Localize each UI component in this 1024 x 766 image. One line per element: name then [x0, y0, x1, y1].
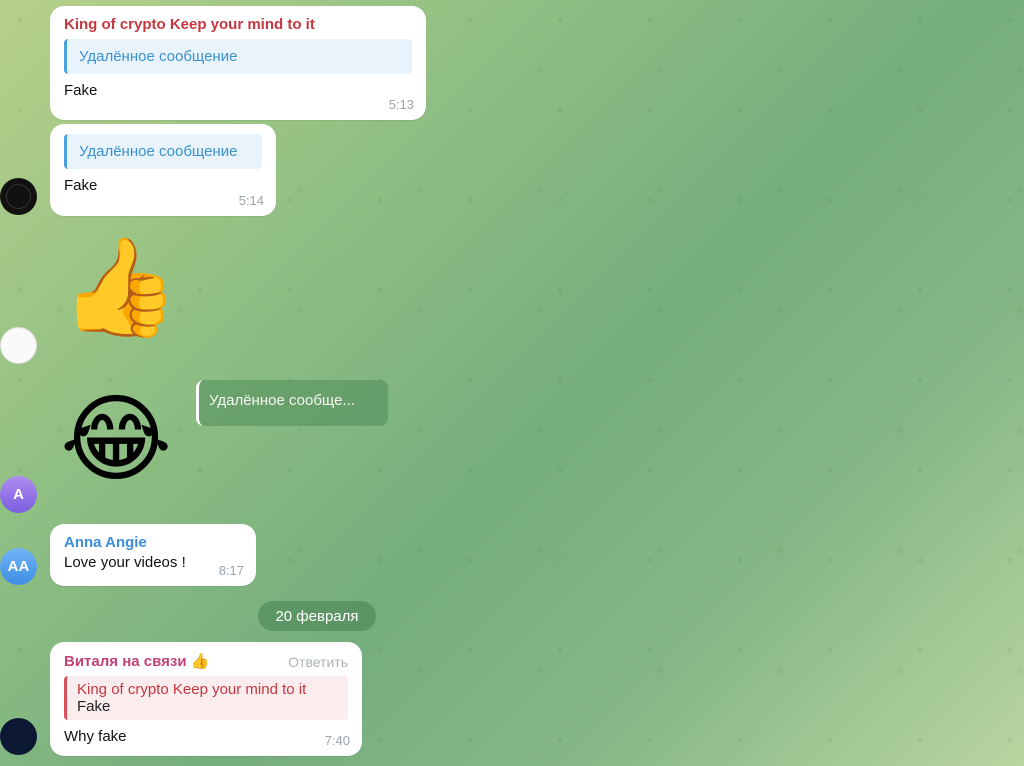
date-separator: 20 февраля — [258, 601, 376, 631]
message-text: Why fake — [64, 728, 127, 745]
thumbs-up-sticker[interactable]: 👍 — [60, 240, 180, 336]
reply-sender-name: King of crypto Keep your mind to it — [77, 681, 307, 698]
avatar[interactable]: A — [0, 476, 37, 513]
message-time: 5:14 — [238, 193, 264, 208]
reply-text: Fake — [77, 698, 111, 715]
reply-quote[interactable]: King of crypto Keep your mind to it Fake — [64, 676, 348, 720]
avatar[interactable] — [0, 327, 37, 364]
reply-quote[interactable]: Удалённое сообще... — [196, 380, 388, 426]
avatar[interactable] — [0, 718, 37, 755]
avatar[interactable] — [0, 178, 37, 215]
reply-quote[interactable]: Удалённое сообщение — [64, 39, 412, 74]
message-bubble[interactable]: Anna Angie Love your videos ! 8:17 — [50, 524, 256, 586]
message-bubble[interactable]: King of crypto Keep your mind to it Удал… — [50, 6, 426, 120]
message-time: 7:40 — [324, 733, 350, 748]
message-text: Fake — [64, 177, 98, 194]
sender-name[interactable]: Anna Angie — [64, 534, 242, 551]
message-time: 5:13 — [388, 97, 414, 112]
message-time: 8:17 — [218, 563, 244, 578]
message-text: Fake — [64, 82, 98, 99]
message-text: Love your videos ! — [64, 554, 186, 571]
laughing-sticker[interactable]: 😂 — [60, 392, 172, 488]
message-bubble[interactable]: Удалённое сообщение Fake 5:14 — [50, 124, 276, 216]
reply-button[interactable]: Ответить — [288, 654, 348, 670]
reply-quote[interactable]: Удалённое сообщение — [64, 134, 262, 169]
sender-name[interactable]: King of crypto Keep your mind to it — [64, 16, 412, 33]
avatar[interactable]: AA — [0, 548, 37, 585]
message-bubble[interactable]: Виталя на связи 👍 Ответить King of crypt… — [50, 642, 362, 756]
